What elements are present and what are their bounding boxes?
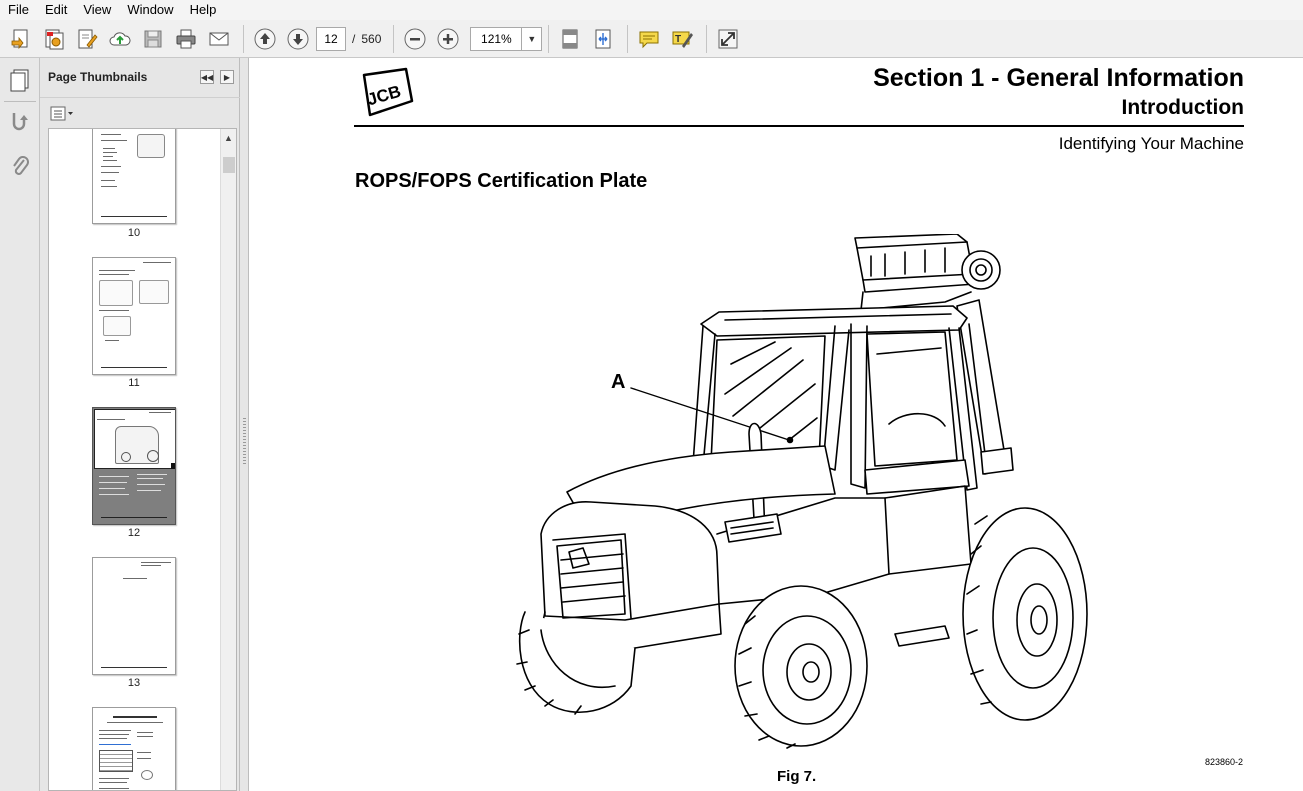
toolbar-separator [393, 24, 395, 53]
topic-title: Identifying Your Machine [1058, 134, 1244, 153]
navigation-rail [0, 58, 40, 791]
page-thumbnail-14[interactable] [92, 707, 176, 790]
attachments-icon[interactable] [6, 152, 34, 180]
toolbar-separator [548, 24, 550, 53]
previous-page-icon[interactable] [250, 24, 279, 53]
svg-text:T: T [675, 34, 681, 45]
document-view: JCB Section 1 - General Information Intr… [250, 58, 1303, 791]
thumbnails-header: Page Thumbnails ◀◀ ▶ [40, 58, 240, 98]
comment-icon[interactable] [634, 24, 663, 53]
jcb-logo: JCB [354, 67, 414, 122]
thumbnail-list: 10 11 12 13 ▲ [48, 128, 237, 791]
menu-bar: File Edit View Window Help [0, 0, 1303, 20]
cloud-upload-icon[interactable] [105, 24, 134, 53]
thumbnail-label: 11 [128, 377, 140, 389]
menu-window[interactable]: Window [119, 0, 181, 20]
thumbnail-label: 12 [127, 527, 141, 539]
page-number-input[interactable] [316, 26, 346, 51]
save-icon[interactable] [138, 24, 167, 53]
header-rule [354, 125, 1244, 127]
thumbnails-panel: Page Thumbnails ◀◀ ▶ 10 11 12 13 ▲ [40, 58, 240, 791]
document-page: JCB Section 1 - General Information Intr… [250, 58, 1303, 791]
page-heading: ROPS/FOPS Certification Plate [355, 170, 648, 192]
edit-document-icon[interactable] [72, 24, 101, 53]
forklift-illustration [505, 233, 1105, 759]
next-page-icon[interactable] [283, 24, 312, 53]
full-screen-icon[interactable] [713, 24, 742, 53]
menu-help[interactable]: Help [182, 0, 225, 20]
page-separator: / [352, 31, 356, 46]
scroll-up-icon[interactable]: ▲ [224, 133, 233, 143]
fit-width-icon[interactable] [588, 24, 617, 53]
zoom-in-icon[interactable] [433, 24, 462, 53]
zoom-input[interactable] [471, 27, 522, 50]
toolbar-separator [627, 24, 629, 53]
section-title: Section 1 - General Information [873, 64, 1244, 92]
toolbar-separator [706, 24, 708, 53]
collapse-panel-icon[interactable]: ◀◀ [200, 70, 214, 84]
figure-caption: Fig 7. [777, 768, 817, 785]
panel-splitter[interactable] [240, 58, 249, 791]
page-thumbnail-11[interactable] [92, 257, 176, 375]
rail-divider [4, 101, 36, 102]
fit-page-icon[interactable] [555, 24, 584, 53]
zoom-out-icon[interactable] [400, 24, 429, 53]
chevron-down-icon[interactable]: ▼ [521, 27, 541, 50]
page-thumbnails-icon[interactable] [6, 66, 34, 94]
page-thumbnail-12[interactable] [92, 407, 176, 525]
expand-panel-icon[interactable]: ▶ [220, 70, 234, 84]
menu-view[interactable]: View [75, 0, 119, 20]
create-pdf-icon[interactable] [6, 24, 35, 53]
figure-id: 823860-2 [1205, 757, 1244, 767]
thumbnail-label: 13 [127, 677, 141, 689]
subsection-title: Introduction [1121, 96, 1244, 119]
page-thumbnail-13[interactable] [92, 557, 176, 675]
bookmarks-icon[interactable] [6, 108, 34, 136]
page-total: 560 [361, 31, 382, 46]
toolbar-separator [243, 24, 244, 53]
email-icon[interactable] [204, 24, 233, 53]
highlight-icon[interactable]: T [667, 24, 696, 53]
toolbar: / 560 ▼ T [0, 20, 1303, 58]
print-icon[interactable] [171, 24, 200, 53]
thumbnail-label: 10 [127, 227, 141, 239]
thumbnail-scrollbar[interactable]: ▲ [220, 129, 236, 790]
callout-label: A [611, 371, 626, 393]
pdf-reader-window: File Edit View Window Help 12 / 560 121%… [0, 0, 1303, 791]
panel-title: Page Thumbnails [48, 70, 148, 84]
zoom-combobox[interactable]: ▼ [470, 26, 543, 51]
menu-file[interactable]: File [0, 0, 37, 20]
page-thumbnail-10[interactable] [92, 129, 176, 224]
scrollbar-thumb[interactable] [223, 157, 235, 173]
thumbnail-options-button[interactable] [50, 106, 76, 122]
menu-edit[interactable]: Edit [37, 0, 75, 20]
combine-files-icon[interactable] [39, 24, 68, 53]
